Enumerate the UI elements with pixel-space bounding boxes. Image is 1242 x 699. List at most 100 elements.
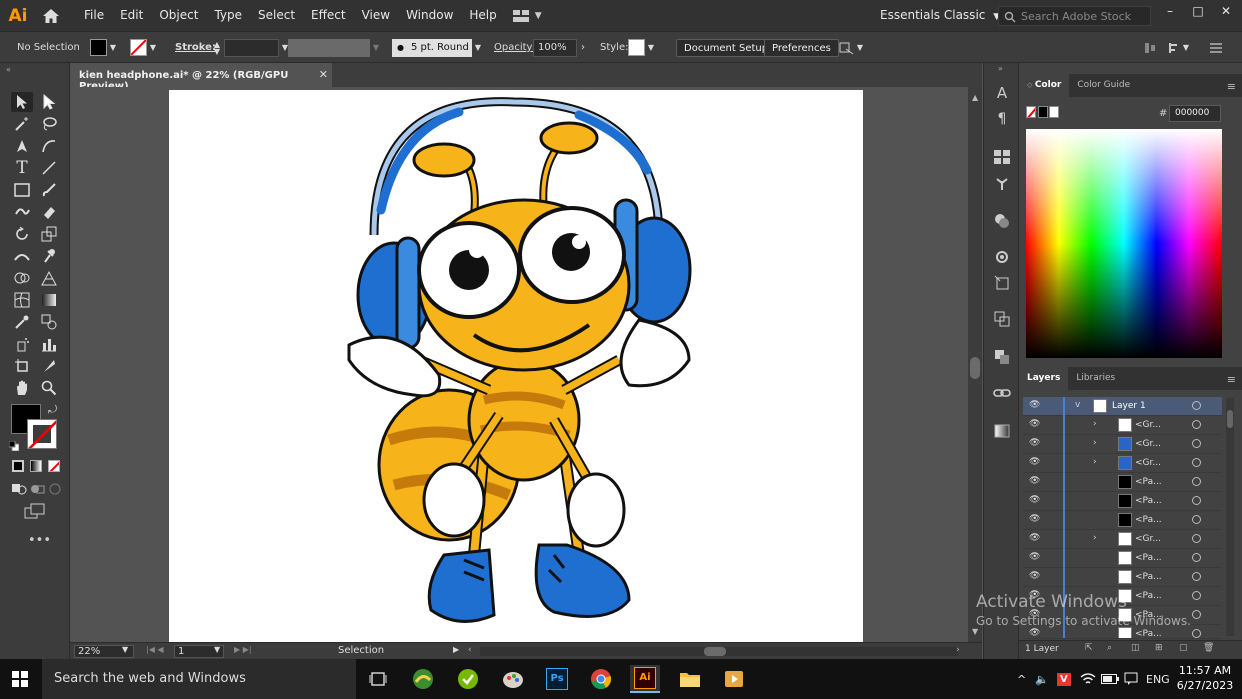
torrent-app-icon[interactable] xyxy=(453,665,483,693)
chevron-down-icon[interactable]: ▼ xyxy=(147,43,159,52)
close-button[interactable]: ✕ xyxy=(1212,0,1240,24)
chevron-right-icon[interactable]: › xyxy=(1093,457,1097,467)
puppet-warp-icon[interactable] xyxy=(38,246,60,266)
battery-icon[interactable] xyxy=(1101,659,1119,699)
swap-colors-icon[interactable]: ⤾ xyxy=(48,403,57,417)
transform-panel-icon[interactable] xyxy=(992,273,1012,293)
stroke-stepper[interactable]: ▲ ▼ xyxy=(212,40,222,55)
export-icon[interactable]: ⇱ xyxy=(1085,643,1093,653)
artboard[interactable] xyxy=(169,90,863,642)
target-icon[interactable] xyxy=(1192,420,1201,429)
collapse-icon[interactable]: » xyxy=(998,64,1003,73)
chrome-app-icon[interactable] xyxy=(586,665,616,693)
paragraph-panel-icon[interactable]: ¶ xyxy=(992,109,1012,129)
new-layer-icon[interactable]: ▢ xyxy=(1179,643,1188,653)
visibility-eye-icon[interactable]: 👁 xyxy=(1029,438,1040,448)
target-icon[interactable] xyxy=(1192,439,1201,448)
workspace-switcher[interactable]: Essentials Classic ▼ xyxy=(880,8,1000,22)
stroke-swatch[interactable] xyxy=(130,39,147,56)
taskbar-search-input[interactable]: Search the web and Windows xyxy=(42,659,356,699)
mesh-tool-icon[interactable] xyxy=(11,290,33,310)
file-explorer-icon[interactable] xyxy=(675,665,705,693)
hand-tool-icon[interactable] xyxy=(11,378,33,398)
home-icon[interactable] xyxy=(36,0,66,31)
menu-type[interactable]: Type xyxy=(206,0,250,31)
rectangle-tool-icon[interactable] xyxy=(11,180,33,200)
target-icon[interactable] xyxy=(1192,591,1201,600)
visibility-eye-icon[interactable]: 👁 xyxy=(1029,628,1040,638)
visibility-eye-icon[interactable]: 👁 xyxy=(1029,514,1040,524)
screen-mode-icon[interactable] xyxy=(24,501,46,521)
style-swatch[interactable] xyxy=(628,39,645,56)
next-artboard-icon[interactable]: ▶ ▶| xyxy=(234,645,252,654)
align-icon[interactable] xyxy=(1144,32,1156,63)
more-tools-icon[interactable]: ••• xyxy=(28,533,51,548)
panel-menu-icon[interactable]: ≡ xyxy=(1227,373,1236,386)
scroll-up-icon[interactable]: ▲ xyxy=(972,93,978,102)
magic-wand-icon[interactable] xyxy=(11,114,33,134)
scale-tool-icon[interactable] xyxy=(38,224,60,244)
vpn-icon[interactable]: V xyxy=(1057,659,1071,699)
eyedropper-icon[interactable] xyxy=(11,312,33,332)
line-tool-icon[interactable] xyxy=(38,158,60,178)
media-player-icon[interactable] xyxy=(719,665,749,693)
opacity-label[interactable]: Opacity: xyxy=(494,32,535,63)
chevron-right-icon[interactable]: › xyxy=(1093,533,1097,543)
illustrator-app-icon[interactable]: Ai xyxy=(630,665,660,693)
menu-edit[interactable]: Edit xyxy=(112,0,151,31)
scroll-down-icon[interactable]: ▼ xyxy=(972,627,978,636)
arrange-icon[interactable]: ▼ xyxy=(838,32,866,63)
tab-color-guide[interactable]: Color Guide xyxy=(1069,74,1138,97)
arrange-documents-button[interactable]: ▼ xyxy=(512,9,542,22)
document-tab[interactable]: kien headphone.ai* @ 22% (RGB/GPU Previe… xyxy=(70,63,332,92)
white-color-swatch[interactable] xyxy=(1049,106,1059,118)
chevron-down-icon[interactable]: ▼ xyxy=(122,645,128,654)
black-color-swatch[interactable] xyxy=(1038,106,1048,118)
paintbrush-icon[interactable] xyxy=(38,180,60,200)
gradient-tool-icon[interactable] xyxy=(38,290,60,310)
target-icon[interactable] xyxy=(1192,477,1201,486)
list-item[interactable]: 👁 › <Gr... xyxy=(1023,530,1222,549)
color-spectrum[interactable] xyxy=(1026,129,1222,358)
target-icon[interactable] xyxy=(1192,610,1201,619)
new-sublayer-icon[interactable]: ⊞ xyxy=(1155,643,1163,653)
wifi-icon[interactable] xyxy=(1080,659,1096,699)
transform-icon[interactable]: ▼ xyxy=(1168,32,1192,63)
tray-up-chevron[interactable]: ^ xyxy=(1017,659,1026,699)
close-tab-button[interactable]: ✕ xyxy=(319,68,328,81)
brushes-panel-icon[interactable] xyxy=(992,173,1012,193)
visibility-eye-icon[interactable]: 👁 xyxy=(1029,495,1040,505)
list-item[interactable]: 👁 <Pa... xyxy=(1023,492,1222,511)
visibility-eye-icon[interactable]: 👁 xyxy=(1029,400,1040,410)
search-stock-input[interactable]: Search Adobe Stock xyxy=(998,6,1151,26)
swatches-panel-icon[interactable] xyxy=(992,147,1012,167)
visibility-eye-icon[interactable]: 👁 xyxy=(1029,419,1040,429)
visibility-eye-icon[interactable]: 👁 xyxy=(1029,457,1040,467)
windows-start-icon[interactable] xyxy=(12,671,28,690)
list-item[interactable]: 👁 <Pa... xyxy=(1023,549,1222,568)
document-setup-button[interactable]: Document Setup xyxy=(676,38,777,57)
fill-swatch[interactable] xyxy=(90,39,107,56)
menu-help[interactable]: Help xyxy=(461,0,504,31)
target-icon[interactable] xyxy=(1192,496,1201,505)
draw-inside-icon[interactable] xyxy=(44,479,66,499)
list-icon[interactable] xyxy=(1210,32,1222,63)
locate-object-icon[interactable]: ⌕ xyxy=(1107,643,1112,653)
default-colors-icon[interactable] xyxy=(8,440,20,452)
menu-select[interactable]: Select xyxy=(250,0,303,31)
target-icon[interactable] xyxy=(1192,572,1201,581)
selection-tool-icon[interactable] xyxy=(11,92,33,112)
target-icon[interactable] xyxy=(1192,629,1201,638)
visibility-eye-icon[interactable]: 👁 xyxy=(1029,533,1040,543)
hex-color-input[interactable]: 000000 xyxy=(1169,105,1221,122)
symbol-sprayer-icon[interactable] xyxy=(11,334,33,354)
artboard-tool-icon[interactable] xyxy=(11,356,33,376)
panel-menu-icon[interactable]: ≡ xyxy=(1227,80,1236,93)
target-icon[interactable] xyxy=(1192,534,1201,543)
maps-app-icon[interactable] xyxy=(408,665,438,693)
stroke-color-box[interactable] xyxy=(27,419,57,449)
paint-app-icon[interactable] xyxy=(498,665,528,693)
system-clock[interactable]: 11:57 AM 6/27/2023 xyxy=(1170,663,1240,693)
lasso-icon[interactable] xyxy=(38,114,60,134)
menu-effect[interactable]: Effect xyxy=(303,0,354,31)
